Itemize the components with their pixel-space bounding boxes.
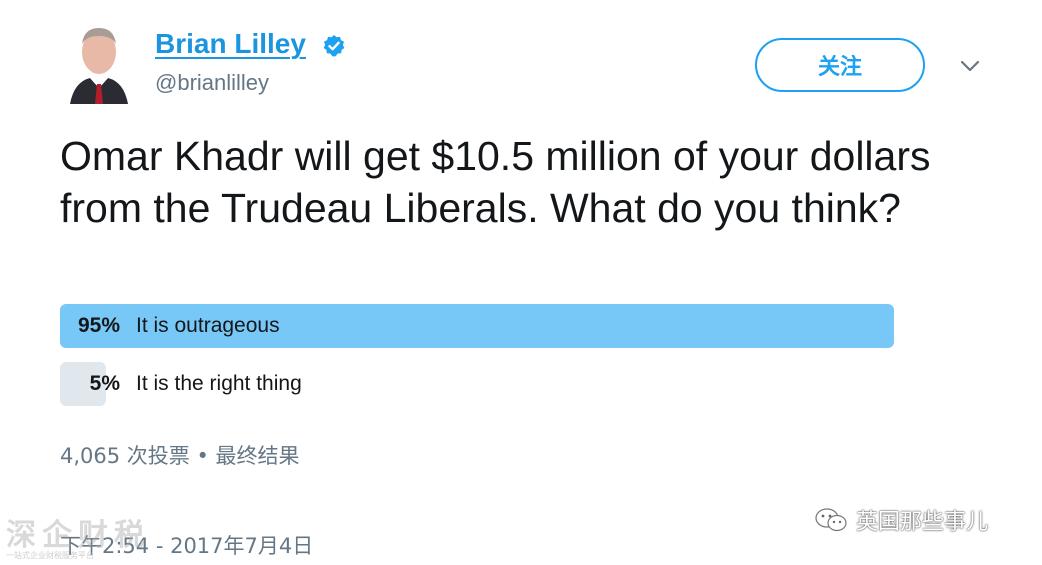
- follow-button[interactable]: 关注: [755, 38, 925, 92]
- poll-option-label: It is outrageous: [136, 314, 280, 337]
- poll-option-1: 95% It is outrageous: [60, 304, 938, 348]
- poll-percent: 5%: [89, 372, 120, 395]
- poll-results-summary: 4,065 次投票 • 最终结果: [60, 444, 300, 468]
- poll-option-label: It is the right thing: [136, 372, 302, 395]
- watermark-left-subtitle: 一站式企业财税服务平台: [6, 551, 94, 560]
- chevron-down-icon[interactable]: [958, 56, 982, 76]
- watermark-right: 英国那些事儿: [814, 506, 989, 535]
- tweet-text: Omar Khadr will get $10.5 million of you…: [60, 133, 931, 231]
- avatar-photo: [66, 24, 132, 104]
- watermark-right-text: 英国那些事儿: [856, 510, 989, 535]
- poll-percent: 95%: [77, 314, 120, 337]
- avatar[interactable]: [66, 24, 132, 104]
- profile-name[interactable]: Brian Lilley: [155, 28, 306, 60]
- watermark-left: 深企财税: [6, 518, 150, 553]
- poll-option-2: 5% It is the right thing: [60, 362, 938, 406]
- wechat-icon: [815, 508, 847, 532]
- verified-badge-icon: [323, 35, 345, 57]
- profile-handle[interactable]: @brianlilley: [155, 70, 269, 96]
